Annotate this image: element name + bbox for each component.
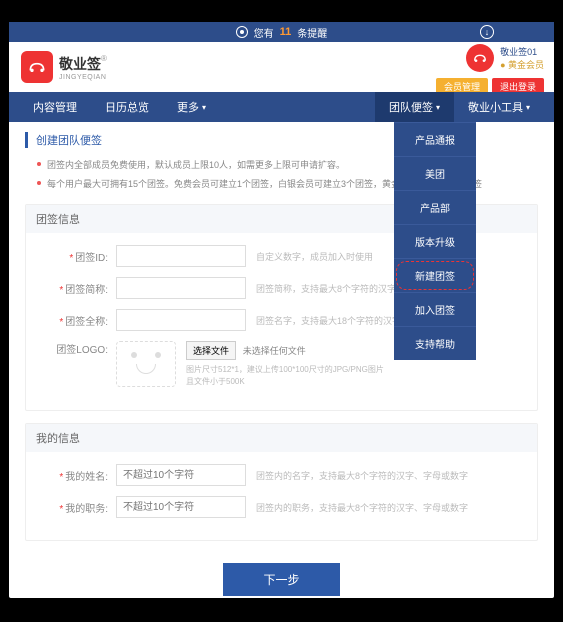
nav-team-notes[interactable]: 团队便签▾	[375, 92, 454, 122]
message-icon	[236, 26, 248, 38]
nav-calendar[interactable]: 日历总览	[91, 92, 163, 122]
team-short-input[interactable]	[116, 277, 246, 299]
chevron-down-icon: ▾	[436, 103, 440, 112]
label-team-short: *团签简称:	[36, 281, 116, 296]
nav-more[interactable]: 更多▾	[163, 92, 220, 122]
file-hint-2: 且文件小于500K	[186, 376, 527, 388]
user-vip-status: ● 黄金会员	[500, 58, 544, 71]
label-team-logo: 团签LOGO:	[36, 341, 116, 356]
panel-header: 我的信息	[26, 424, 537, 452]
user-avatar[interactable]	[466, 44, 494, 72]
app-logo	[21, 51, 53, 83]
down-arrow-icon[interactable]: ↓	[480, 25, 494, 39]
next-step-button[interactable]: 下一步	[223, 563, 339, 596]
my-role-input[interactable]	[116, 496, 246, 518]
brand-name-cn: 敬业签	[59, 56, 101, 72]
label-team-full: *团签全称:	[36, 313, 116, 328]
my-info-panel: 我的信息 *我的姓名: 团签内的名字，支持最大8个字符的汉字、字母或数字 *我的…	[25, 423, 538, 541]
dropdown-item-product-dept[interactable]: 产品部	[394, 190, 476, 224]
team-id-input[interactable]	[116, 245, 246, 267]
brand-reg: ®	[101, 54, 107, 63]
user-box: 敬业签01 ● 黄金会员	[466, 44, 544, 72]
logo-placeholder	[116, 341, 176, 387]
hint-my-role: 团签内的职务，支持最大8个字符的汉字、字母或数字	[256, 501, 527, 514]
user-name: 敬业签01	[500, 45, 544, 58]
dropdown-item-join-team[interactable]: 加入团签	[394, 292, 476, 326]
dropdown-item-product-report[interactable]: 产品通报	[394, 122, 476, 156]
team-notes-dropdown: 产品通报 美团 产品部 版本升级 新建团签 加入团签 支持帮助	[394, 122, 476, 360]
dropdown-item-create-team[interactable]: 新建团签	[394, 258, 476, 292]
dropdown-item-meituan[interactable]: 美团	[394, 156, 476, 190]
dropdown-item-support[interactable]: 支持帮助	[394, 326, 476, 360]
chevron-down-icon: ▾	[526, 103, 530, 112]
chevron-down-icon: ▾	[202, 103, 206, 112]
file-status-text: 未选择任何文件	[243, 346, 306, 356]
banner-prefix: 您有	[254, 25, 274, 40]
nav-tools[interactable]: 敬业小工具▾	[454, 92, 544, 122]
label-my-role: *我的职务:	[36, 500, 116, 515]
choose-file-button[interactable]: 选择文件	[186, 341, 236, 360]
brand-name-en: JINGYEQIAN	[59, 74, 107, 81]
header: 敬业签® JINGYEQIAN 敬业签01 ● 黄金会员 会员管理 退出登录	[9, 42, 554, 92]
main-nav: 内容管理 日历总览 更多▾ 团队便签▾ 敬业小工具▾ 产品通报 美团 产品部 版…	[9, 92, 554, 122]
file-hint-1: 图片尺寸512*1，建议上传100*100尺寸的JPG/PNG图片	[186, 364, 527, 376]
hint-team-short: 团签简称，支持最大8个字符的汉字、字母或数字	[256, 282, 527, 295]
dropdown-item-version-upgrade[interactable]: 版本升级	[394, 224, 476, 258]
notification-count: 11	[280, 26, 292, 38]
label-my-name: *我的姓名:	[36, 468, 116, 483]
hint-team-full: 团签名字，支持最大18个字符的汉字、字母或数字	[256, 314, 527, 327]
notification-banner[interactable]: 您有 11 条提醒 ↓	[9, 22, 554, 42]
my-name-input[interactable]	[116, 464, 246, 486]
nav-content-manage[interactable]: 内容管理	[19, 92, 91, 122]
hint-team-id: 自定义数字，成员加入时使用	[256, 250, 527, 263]
team-full-input[interactable]	[116, 309, 246, 331]
hint-my-name: 团签内的名字，支持最大8个字符的汉字、字母或数字	[256, 469, 527, 482]
label-team-id: *团签ID:	[36, 249, 116, 264]
banner-suffix: 条提醒	[297, 25, 327, 40]
